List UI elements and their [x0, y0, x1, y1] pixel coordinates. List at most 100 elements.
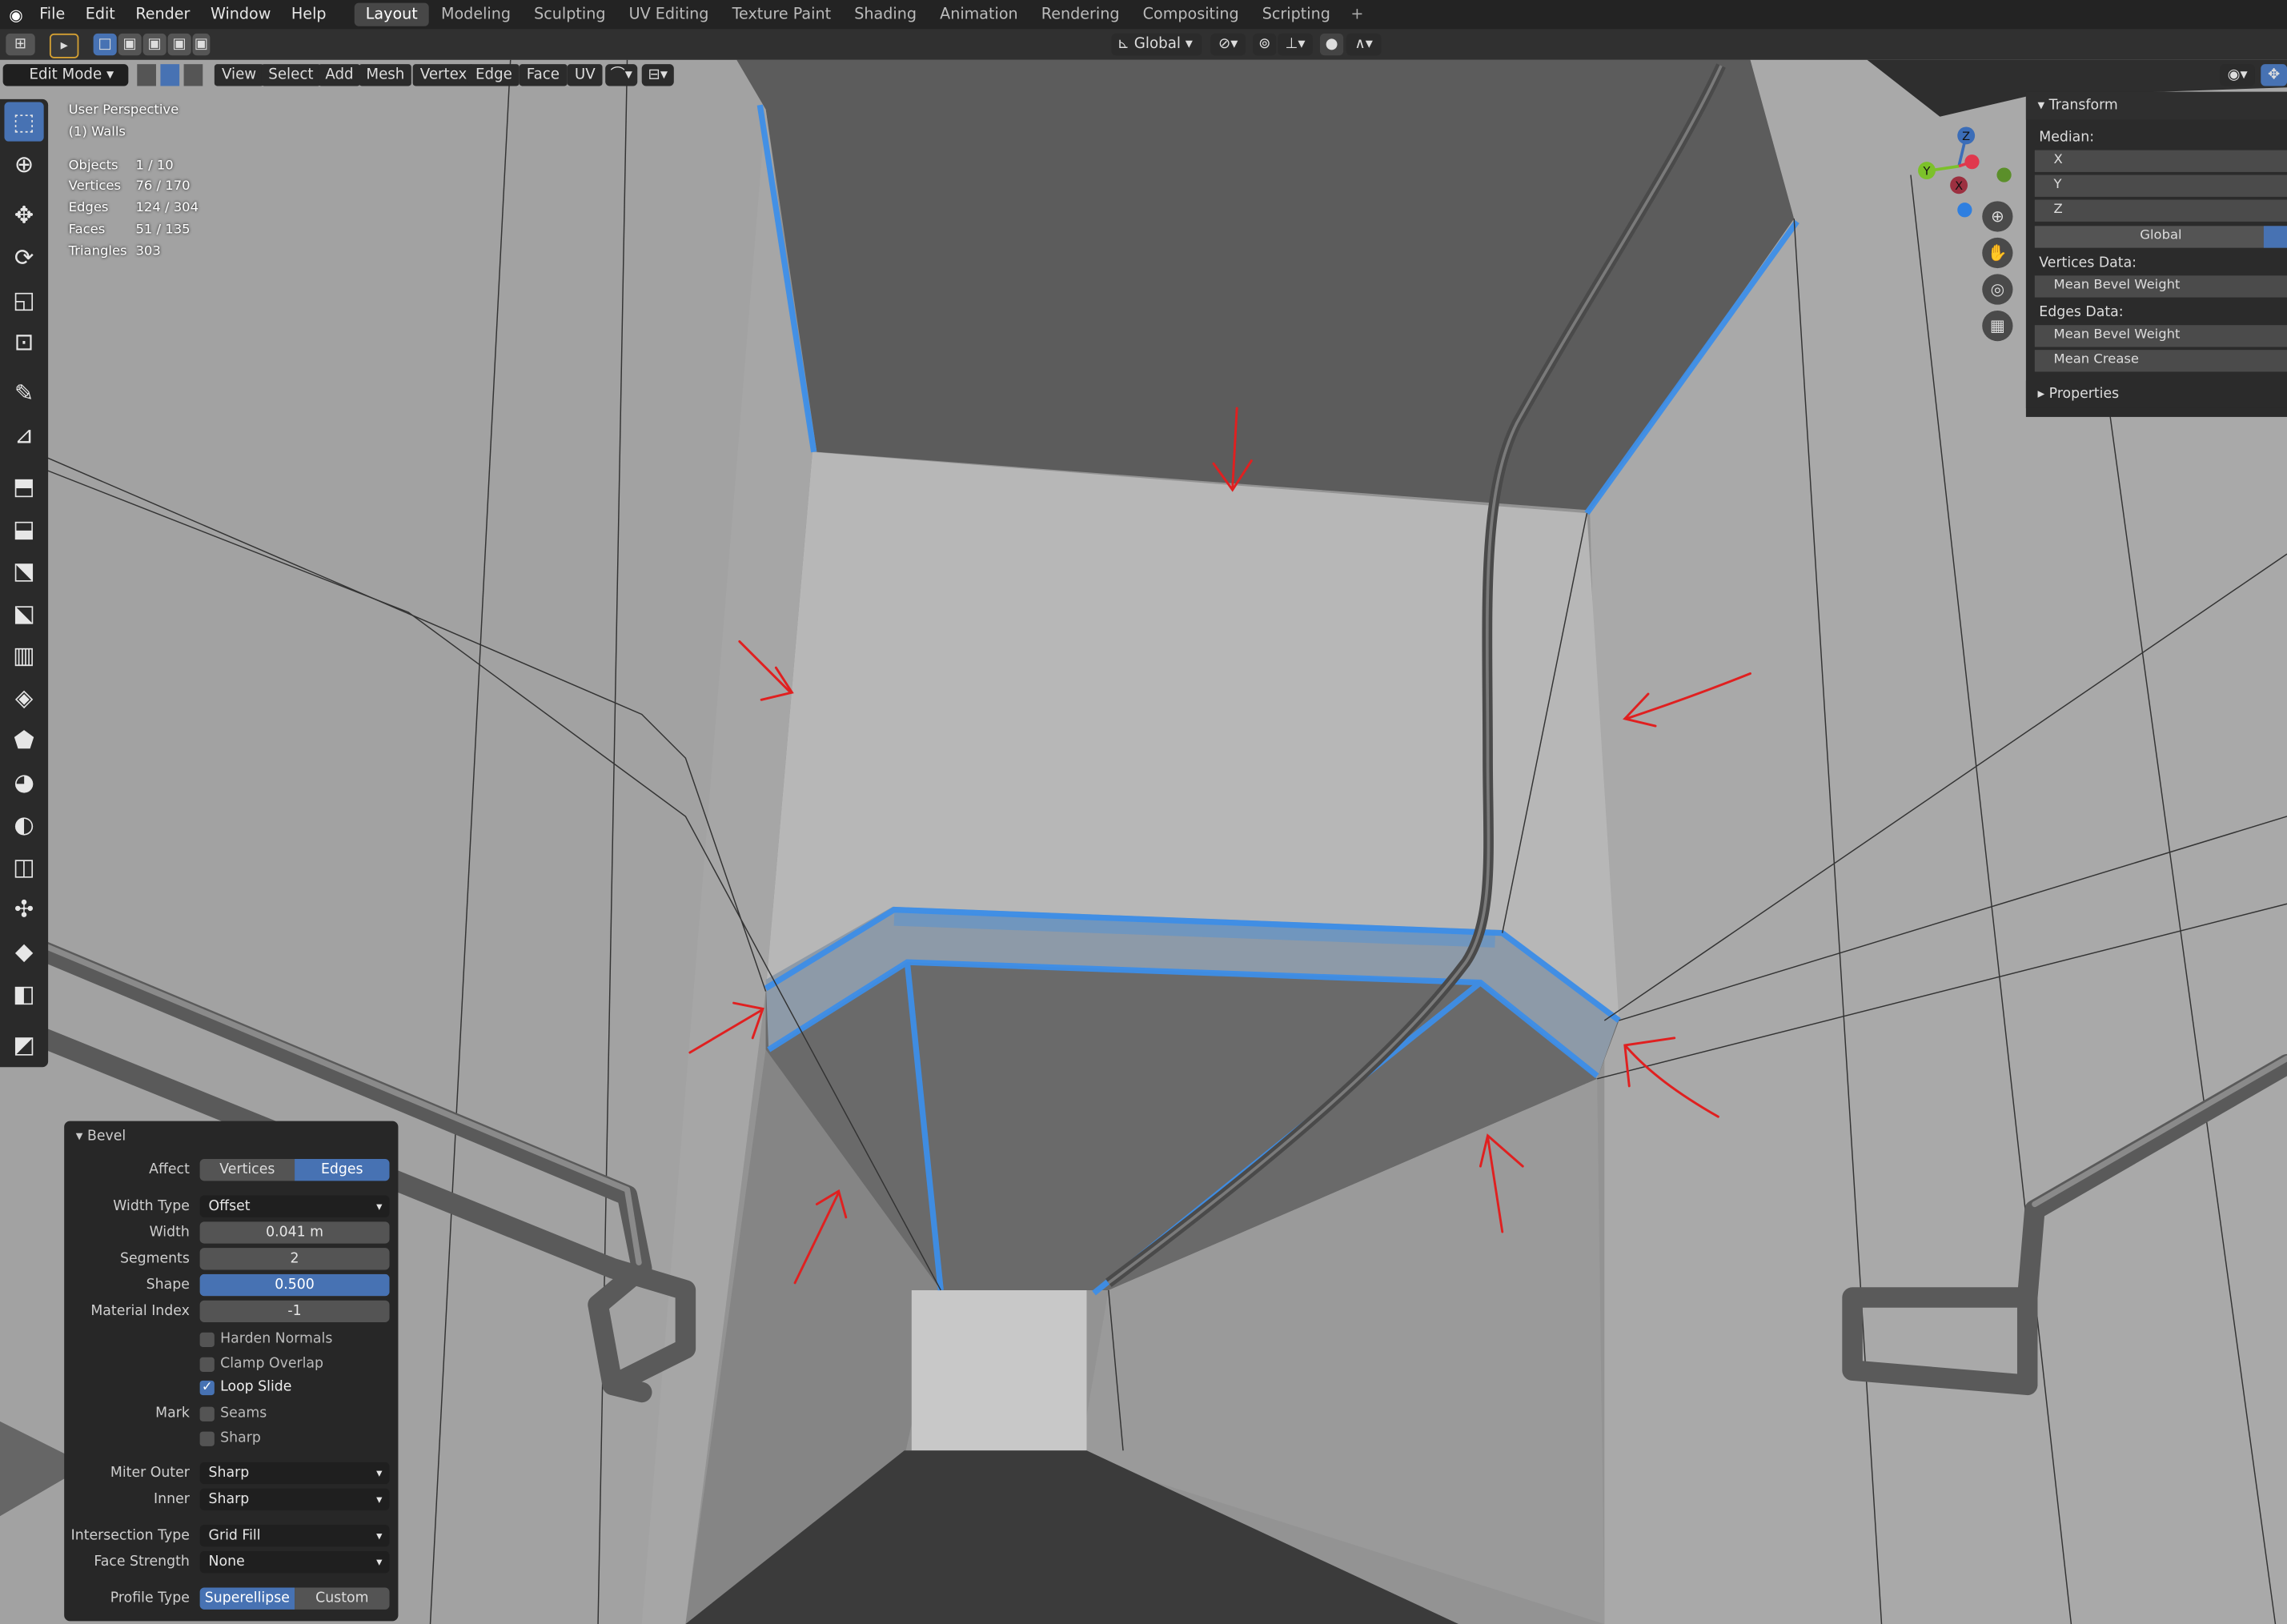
menu-add[interactable]: Add: [318, 64, 361, 86]
select-intersect-icon[interactable]: ▣: [192, 33, 211, 56]
rotate-icon[interactable]: ⟳: [4, 238, 43, 277]
spin-icon[interactable]: ◕: [4, 763, 43, 802]
annotate-icon[interactable]: ✎: [4, 373, 43, 412]
select-invert-icon[interactable]: ▣: [167, 33, 191, 56]
edge-select-icon[interactable]: [160, 64, 180, 86]
seams-checkbox[interactable]: Seams: [199, 1404, 267, 1424]
tab-rendering[interactable]: Rendering: [1029, 3, 1131, 26]
width-type-dropdown[interactable]: Offset ▾: [199, 1195, 390, 1217]
tab-sculpting[interactable]: Sculpting: [523, 3, 617, 26]
curve-options-icon[interactable]: ⌒▾: [605, 64, 638, 86]
edge-mean-bevel-field[interactable]: Mean Bevel Weight: [2034, 325, 2287, 347]
segments-field[interactable]: 2: [199, 1248, 390, 1270]
add-cube-icon[interactable]: ⬒: [4, 467, 43, 506]
measure-icon[interactable]: ⊿: [4, 415, 43, 455]
menu-window[interactable]: Window: [200, 6, 281, 23]
select-new-icon[interactable]: □: [93, 33, 117, 56]
zoom-icon[interactable]: ⊕: [1982, 201, 2013, 232]
affect-vertices-button[interactable]: Vertices: [199, 1159, 295, 1181]
affect-edges-button[interactable]: Edges: [295, 1159, 390, 1181]
editor-type-icon[interactable]: ⊞: [6, 33, 35, 56]
smooth-icon[interactable]: ◐: [4, 804, 43, 844]
mode-dropdown[interactable]: Edit Mode ▾: [2, 64, 129, 86]
clamp-overlap-checkbox[interactable]: Clamp Overlap: [199, 1354, 323, 1374]
profile-type-toggle[interactable]: Superellipse Custom: [199, 1587, 390, 1610]
material-index-field[interactable]: -1: [199, 1300, 390, 1323]
select-box-icon[interactable]: ⬚: [4, 102, 44, 142]
menu-vertex[interactable]: Vertex: [412, 64, 475, 86]
poly-build-icon[interactable]: ⬟: [4, 720, 43, 760]
pan-hand-icon[interactable]: ✋: [1982, 237, 2013, 269]
menu-edit[interactable]: Edit: [75, 6, 126, 23]
tab-layout[interactable]: Layout: [354, 2, 430, 26]
select-extend-icon[interactable]: ▣: [118, 33, 142, 56]
menu-uv[interactable]: UV: [567, 64, 603, 86]
inner-miter-dropdown[interactable]: Sharp ▾: [199, 1488, 390, 1510]
blender-logo-icon[interactable]: ◉: [3, 5, 30, 24]
sharp-checkbox[interactable]: Sharp: [199, 1429, 261, 1449]
select-subtract-icon[interactable]: ▣: [142, 33, 167, 56]
mean-crease-field[interactable]: Mean Crease: [2034, 350, 2287, 372]
move-icon[interactable]: ✥: [4, 195, 43, 235]
median-x-field[interactable]: X: [2034, 150, 2287, 172]
navigation-gizmo[interactable]: Z Y X: [1896, 94, 2028, 254]
intersection-type-dropdown[interactable]: Grid Fill ▾: [199, 1525, 390, 1547]
profile-superellipse-button[interactable]: Superellipse: [199, 1587, 295, 1610]
shear-icon[interactable]: ◆: [4, 932, 43, 971]
face-strength-dropdown[interactable]: None ▾: [199, 1550, 390, 1574]
median-y-field[interactable]: Y: [2034, 174, 2287, 197]
vertex-mean-bevel-field[interactable]: Mean Bevel Weight: [2034, 275, 2287, 298]
bevel-icon[interactable]: ⬕: [4, 593, 43, 632]
transform-header[interactable]: ▾ Transform: [2025, 91, 2287, 120]
loop-cut-icon[interactable]: ▥: [4, 636, 43, 675]
gizmo-toggle-icon[interactable]: ✥: [2261, 64, 2287, 86]
properties-header[interactable]: ▸ Properties: [2025, 380, 2287, 408]
falloff-icon[interactable]: ∧▾: [1346, 33, 1382, 56]
median-z-field[interactable]: Z: [2034, 199, 2287, 222]
shape-slider[interactable]: 0.500: [199, 1273, 390, 1297]
tab-shading[interactable]: Shading: [843, 3, 929, 26]
menu-mesh[interactable]: Mesh: [359, 64, 412, 86]
cursor-icon[interactable]: ⊕: [4, 144, 43, 183]
tab-animation[interactable]: Animation: [929, 3, 1030, 26]
tab-modeling[interactable]: Modeling: [429, 3, 522, 26]
transform-icon[interactable]: ⊡: [4, 323, 43, 362]
visibility-icon[interactable]: ◉▾: [2220, 64, 2255, 86]
bevel-panel-header[interactable]: ▾ Bevel: [76, 1127, 126, 1147]
snap-target-icon[interactable]: ⊥▾: [1278, 33, 1313, 56]
vertex-select-icon[interactable]: [137, 64, 156, 86]
affect-toggle[interactable]: Vertices Edges: [199, 1159, 390, 1181]
menu-help[interactable]: Help: [281, 6, 336, 23]
face-select-icon[interactable]: [183, 64, 203, 86]
menu-face[interactable]: Face: [519, 64, 568, 86]
menu-edge[interactable]: Edge: [467, 64, 520, 86]
miter-outer-dropdown[interactable]: Sharp ▾: [199, 1462, 390, 1485]
edge-slide-icon[interactable]: ◫: [4, 847, 43, 886]
loop-slide-checkbox[interactable]: ✓ Loop Slide: [199, 1377, 291, 1397]
space-toggle-global[interactable]: Global: [2034, 226, 2287, 248]
options-icon[interactable]: ⊟▾: [641, 64, 674, 86]
menu-view[interactable]: View: [214, 64, 264, 86]
menu-file[interactable]: File: [29, 6, 75, 23]
inset-icon[interactable]: ⬔: [4, 551, 43, 590]
snap-icon[interactable]: ⊚: [1253, 33, 1277, 56]
transform-orientation-dropdown[interactable]: ⊾ Global ▾: [1111, 33, 1202, 56]
harden-normals-checkbox[interactable]: Harden Normals: [199, 1329, 332, 1349]
space-toggle-local[interactable]: [2263, 226, 2287, 248]
profile-custom-button[interactable]: Custom: [295, 1587, 390, 1610]
proportional-edit-icon[interactable]: ●: [1320, 33, 1344, 56]
width-field[interactable]: 0.041 m: [199, 1221, 390, 1244]
pivot-point-icon[interactable]: ⊘▾: [1210, 33, 1246, 56]
menu-select[interactable]: Select: [261, 64, 321, 86]
ortho-grid-icon[interactable]: ▦: [1982, 310, 2013, 342]
shrink-fatten-icon[interactable]: ✣: [4, 889, 43, 928]
extrude-icon[interactable]: ⬓: [4, 509, 43, 548]
add-workspace-button[interactable]: +: [1342, 6, 1372, 23]
tab-texture-paint[interactable]: Texture Paint: [720, 3, 843, 26]
knife-icon[interactable]: ◈: [4, 678, 43, 717]
menu-render[interactable]: Render: [126, 6, 201, 23]
tab-compositing[interactable]: Compositing: [1131, 3, 1250, 26]
select-tool-icon[interactable]: ▸: [49, 33, 79, 58]
scale-icon[interactable]: ◱: [4, 280, 43, 319]
tab-scripting[interactable]: Scripting: [1250, 3, 1342, 26]
